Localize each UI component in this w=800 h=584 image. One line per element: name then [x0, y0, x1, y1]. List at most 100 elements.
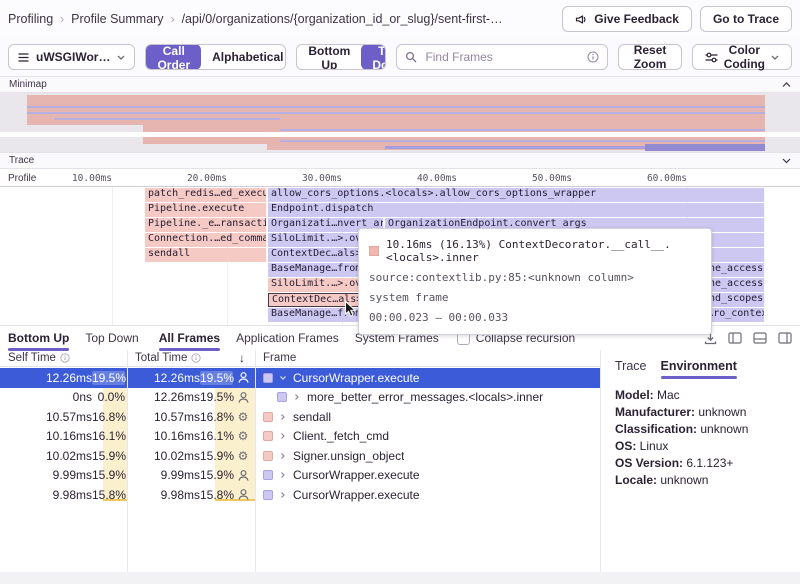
flame-frame[interactable]: patch_redis…ed_execute: [145, 188, 267, 202]
sort-option-call-order[interactable]: Call Order: [146, 44, 201, 70]
user-icon: [233, 391, 253, 404]
environment-field: Manufacturer: unknown: [615, 404, 786, 421]
total-time-value: 12.26ms: [135, 371, 200, 385]
minimap-label: Minimap: [9, 79, 47, 90]
layout-right-panel-icon[interactable]: [778, 332, 792, 344]
total-time-percent: 15.9%: [200, 449, 233, 463]
color-coding-button[interactable]: Color Coding: [692, 44, 792, 70]
chevron-right-icon[interactable]: [293, 393, 301, 401]
environment-field-value: 6.1.123+: [683, 456, 733, 470]
breadcrumb-separator: ›: [60, 12, 64, 26]
column-divider: [255, 350, 256, 572]
layout-bottom-panel-icon[interactable]: [753, 332, 767, 344]
layout-left-panel-icon[interactable]: [728, 332, 742, 344]
bottom-scroll-gutter: [0, 572, 800, 584]
self-time-value: 0ns: [8, 390, 92, 404]
megaphone-icon: [575, 13, 588, 26]
minimap-canvas[interactable]: [0, 93, 800, 152]
self-time-percent: 0.0%: [92, 390, 125, 404]
total-time-value: 10.16ms: [135, 429, 200, 443]
axis-tick-label: 60.00ms: [647, 173, 687, 184]
chevron-right-icon[interactable]: [279, 452, 287, 460]
flame-frame[interactable]: ne_access: [706, 278, 765, 292]
flame-frame[interactable]: Endpoint.dispatch: [268, 203, 765, 217]
sort-option-alphabetical[interactable]: Alphabetical: [201, 44, 286, 70]
total-time-column-header[interactable]: Total Time ↓: [127, 350, 255, 366]
column-divider: [127, 350, 128, 572]
table-row[interactable]: 0ns 0.0% 12.26ms 19.5% more_better_error…: [0, 388, 600, 408]
axis-tick-label: 10.00ms: [72, 173, 112, 184]
axis-tick-label: 20.00ms: [187, 173, 227, 184]
go-to-trace-button[interactable]: Go to Trace: [700, 6, 792, 32]
search-icon: [405, 51, 417, 63]
total-time-percent: 19.5%: [200, 390, 233, 404]
tab-bottom-up[interactable]: Bottom Up: [8, 327, 69, 350]
self-time-column-header[interactable]: Self Time: [0, 350, 127, 366]
details-tab-trace[interactable]: Trace: [615, 355, 647, 378]
chevron-down-icon: [771, 55, 779, 60]
table-row[interactable]: 10.16ms 16.1% 10.16ms 16.1% ⚙ Client._fe…: [0, 427, 600, 447]
view-option-bottom-up[interactable]: Bottom Up: [297, 44, 361, 70]
flame-frame[interactable]: nd_scopes: [706, 293, 765, 307]
tooltip-source: source:contextlib.py:85:<unknown column>: [369, 271, 701, 284]
trace-header[interactable]: Trace: [0, 152, 800, 169]
table-row[interactable]: 10.57ms 16.8% 10.57ms 16.8% ⚙ sendall: [0, 407, 600, 427]
minimap-block: [27, 95, 765, 125]
view-option-top-down[interactable]: Top Down: [361, 44, 386, 70]
flame-frame[interactable]: sendall: [145, 248, 267, 262]
frame-column-header[interactable]: Frame: [255, 350, 304, 366]
go-to-trace-label: Go to Trace: [713, 12, 779, 26]
environment-field-label: Locale:: [615, 473, 657, 487]
environment-field-value: unknown: [657, 473, 708, 487]
chevron-down-icon[interactable]: [279, 374, 287, 382]
gear-icon: ⚙: [233, 411, 253, 423]
frame-color-swatch: [263, 373, 273, 383]
chevron-right-icon[interactable]: [279, 432, 287, 440]
self-time-percent: 16.8%: [92, 410, 125, 424]
table-row[interactable]: 9.98ms 15.8% 9.98ms 15.8% CursorWrapper.…: [0, 485, 600, 505]
tab-application-frames[interactable]: Application Frames: [236, 327, 339, 350]
chevron-right-icon[interactable]: [279, 413, 287, 421]
search-input[interactable]: [423, 49, 581, 65]
info-icon: [191, 353, 201, 363]
environment-field: Model: Mac: [615, 387, 786, 404]
chevron-right-icon[interactable]: [279, 471, 287, 479]
tab-all-frames[interactable]: All Frames: [159, 327, 220, 350]
reset-zoom-button[interactable]: Reset Zoom: [618, 44, 681, 70]
chevron-down-icon[interactable]: [782, 158, 791, 164]
minimap-block: [280, 140, 765, 142]
sliders-icon: [705, 52, 718, 63]
frame-name: Signer.unsign_object: [293, 449, 404, 463]
find-frames-search[interactable]: [396, 44, 608, 70]
self-time-percent: 16.1%: [92, 429, 125, 443]
breadcrumb-profile-summary[interactable]: Profile Summary: [71, 12, 163, 26]
flamegraph-toolbar: uWSGIWor… Call OrderAlphabeticalLeft Hea…: [0, 38, 800, 76]
details-tab-environment[interactable]: Environment: [661, 355, 737, 378]
gear-icon: ⚙: [233, 450, 253, 462]
flame-frame[interactable]: allow_cors_options.<locals>.allow_cors_o…: [268, 188, 765, 202]
flame-frame[interactable]: Pipeline._e…ransaction: [145, 218, 267, 232]
self-time-value: 12.26ms: [8, 371, 92, 385]
thread-selector-dropdown[interactable]: uWSGIWor…: [8, 44, 135, 70]
give-feedback-button[interactable]: Give Feedback: [562, 6, 692, 32]
chevron-up-icon[interactable]: [782, 82, 791, 88]
chevron-right-icon[interactable]: [279, 491, 287, 499]
flame-frame[interactable]: Pipeline.execute: [145, 203, 267, 217]
top-header: Profiling › Profile Summary › /api/0/org…: [0, 0, 800, 38]
table-row[interactable]: 9.99ms 15.9% 9.99ms 15.9% CursorWrapper.…: [0, 466, 600, 486]
breadcrumb-transaction-path: /api/0/organizations/{organization_id_or…: [182, 12, 503, 26]
flame-frame[interactable]: ne_access: [706, 263, 765, 277]
sort-order-group: Call OrderAlphabeticalLeft Heavy: [145, 44, 286, 70]
environment-field-value: unknown: [695, 405, 746, 419]
frame-name: more_better_error_messages.<locals>.inne…: [307, 390, 543, 404]
self-time-value: 10.57ms: [8, 410, 92, 424]
sort-descending-icon[interactable]: ↓: [239, 351, 245, 365]
frame-color-swatch: [277, 392, 287, 402]
axis-tick-label: 30.00ms: [302, 173, 342, 184]
minimap-header[interactable]: Minimap: [0, 76, 800, 93]
breadcrumb-profiling[interactable]: Profiling: [8, 12, 53, 26]
flame-frame[interactable]: Connection.…ed_command: [145, 233, 267, 247]
table-row[interactable]: 12.26ms 19.5% 12.26ms 19.5% CursorWrappe…: [0, 368, 600, 388]
table-row[interactable]: 10.02ms 15.9% 10.02ms 15.9% ⚙ Signer.uns…: [0, 446, 600, 466]
tab-top-down[interactable]: Top Down: [85, 327, 138, 350]
